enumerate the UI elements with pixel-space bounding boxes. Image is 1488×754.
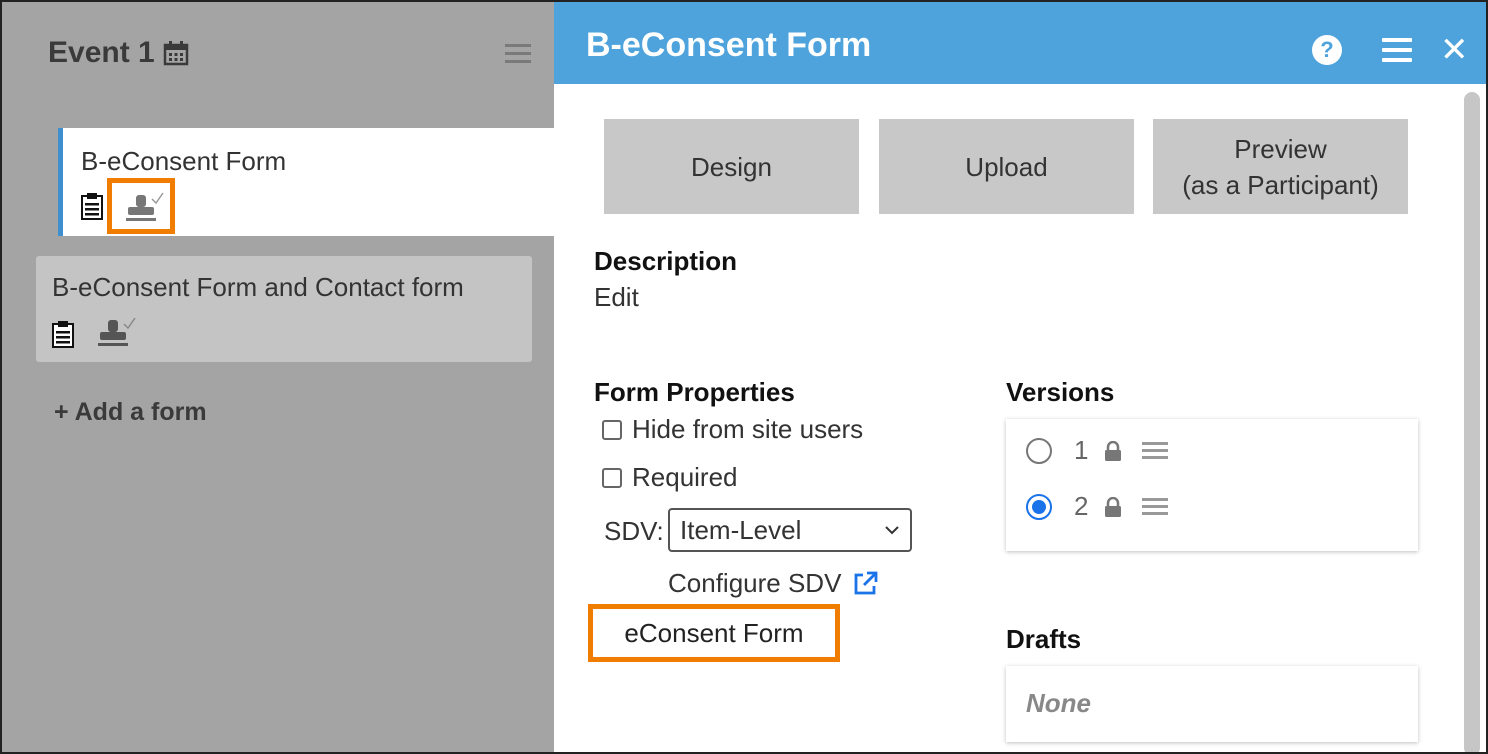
design-button-label: Design [691,151,772,182]
drafts-list: None [1006,666,1418,742]
description-label: Description [594,246,738,276]
drafts-empty-text: None [1026,688,1091,718]
version-radio[interactable] [1026,437,1052,464]
econsent-form-highlight[interactable]: eConsent Form [588,604,840,662]
econsent-stamp-highlight[interactable] [107,178,175,234]
upload-button[interactable]: Upload [879,119,1134,214]
version-number: 1 [1074,435,1089,465]
signature-stamp-icon [126,192,164,221]
app-frame: Event 1 B-eConsent Form B-eConsent Form … [0,0,1488,754]
form-card[interactable]: B-eConsent Form and Contact form [36,256,532,362]
event-title: Event 1 [48,36,189,70]
version-number: 2 [1074,491,1089,521]
description-edit-link[interactable]: Edit [594,282,639,313]
version-row[interactable]: 2 [1026,491,1169,522]
form-card-active[interactable]: B-eConsent Form [58,128,554,236]
versions-list: 1 2 [1006,419,1418,551]
version-row[interactable]: 1 [1026,435,1169,466]
event-sidebar: Event 1 B-eConsent Form B-eConsent Form … [2,2,554,752]
preview-button-sublabel: (as a Participant) [1182,169,1379,200]
version-menu-icon[interactable] [1142,438,1169,463]
form-properties-label: Form Properties [594,377,795,407]
add-form-link[interactable]: + Add a form [54,398,207,427]
signature-stamp-icon [98,317,136,346]
hide-from-site-users-row[interactable]: Hide from site users [602,414,863,445]
configure-sdv-link[interactable]: Configure SDV [668,568,879,599]
sdv-selected-value: Item-Level [680,515,802,545]
upload-button-label: Upload [965,151,1048,182]
external-link-icon [855,571,878,594]
design-button[interactable]: Design [604,119,859,214]
panel-header: B-eConsent Form ? ✕ [554,2,1486,84]
hide-from-site-users-checkbox[interactable] [602,419,622,440]
event-title-text: Event 1 [48,36,155,69]
form-card-title: B-eConsent Form and Contact form [52,272,464,302]
help-icon[interactable]: ? [1312,35,1342,65]
configure-sdv-label: Configure SDV [668,568,842,598]
lock-icon [1105,496,1122,517]
version-radio-selected[interactable] [1026,493,1052,520]
header-menu-icon[interactable] [1382,38,1412,68]
scrollbar[interactable] [1464,92,1480,752]
hide-from-site-users-label: Hide from site users [632,414,864,444]
required-checkbox[interactable] [602,467,622,488]
clipboard-icon [52,321,74,348]
form-detail-panel: B-eConsent Form ? ✕ Design Upload Previe… [554,2,1486,752]
event-menu-icon[interactable] [505,44,531,64]
clipboard-icon [81,193,103,220]
calendar-icon [163,41,188,66]
preview-button[interactable]: Preview (as a Participant) [1153,119,1408,214]
drafts-label: Drafts [1006,624,1082,654]
panel-title: B-eConsent Form [586,26,872,64]
econsent-form-label: eConsent Form [624,617,804,648]
chevron-down-icon [885,526,899,535]
version-menu-icon[interactable] [1142,494,1169,519]
lock-icon [1105,440,1122,461]
versions-label: Versions [1006,377,1115,407]
sdv-label: SDV: [604,516,664,546]
preview-button-label: Preview [1234,133,1327,164]
required-label: Required [632,462,738,492]
close-icon[interactable]: ✕ [1440,30,1469,70]
sdv-select[interactable]: Item-Level [668,508,912,552]
required-row[interactable]: Required [602,462,738,493]
form-card-title: B-eConsent Form [81,146,287,176]
